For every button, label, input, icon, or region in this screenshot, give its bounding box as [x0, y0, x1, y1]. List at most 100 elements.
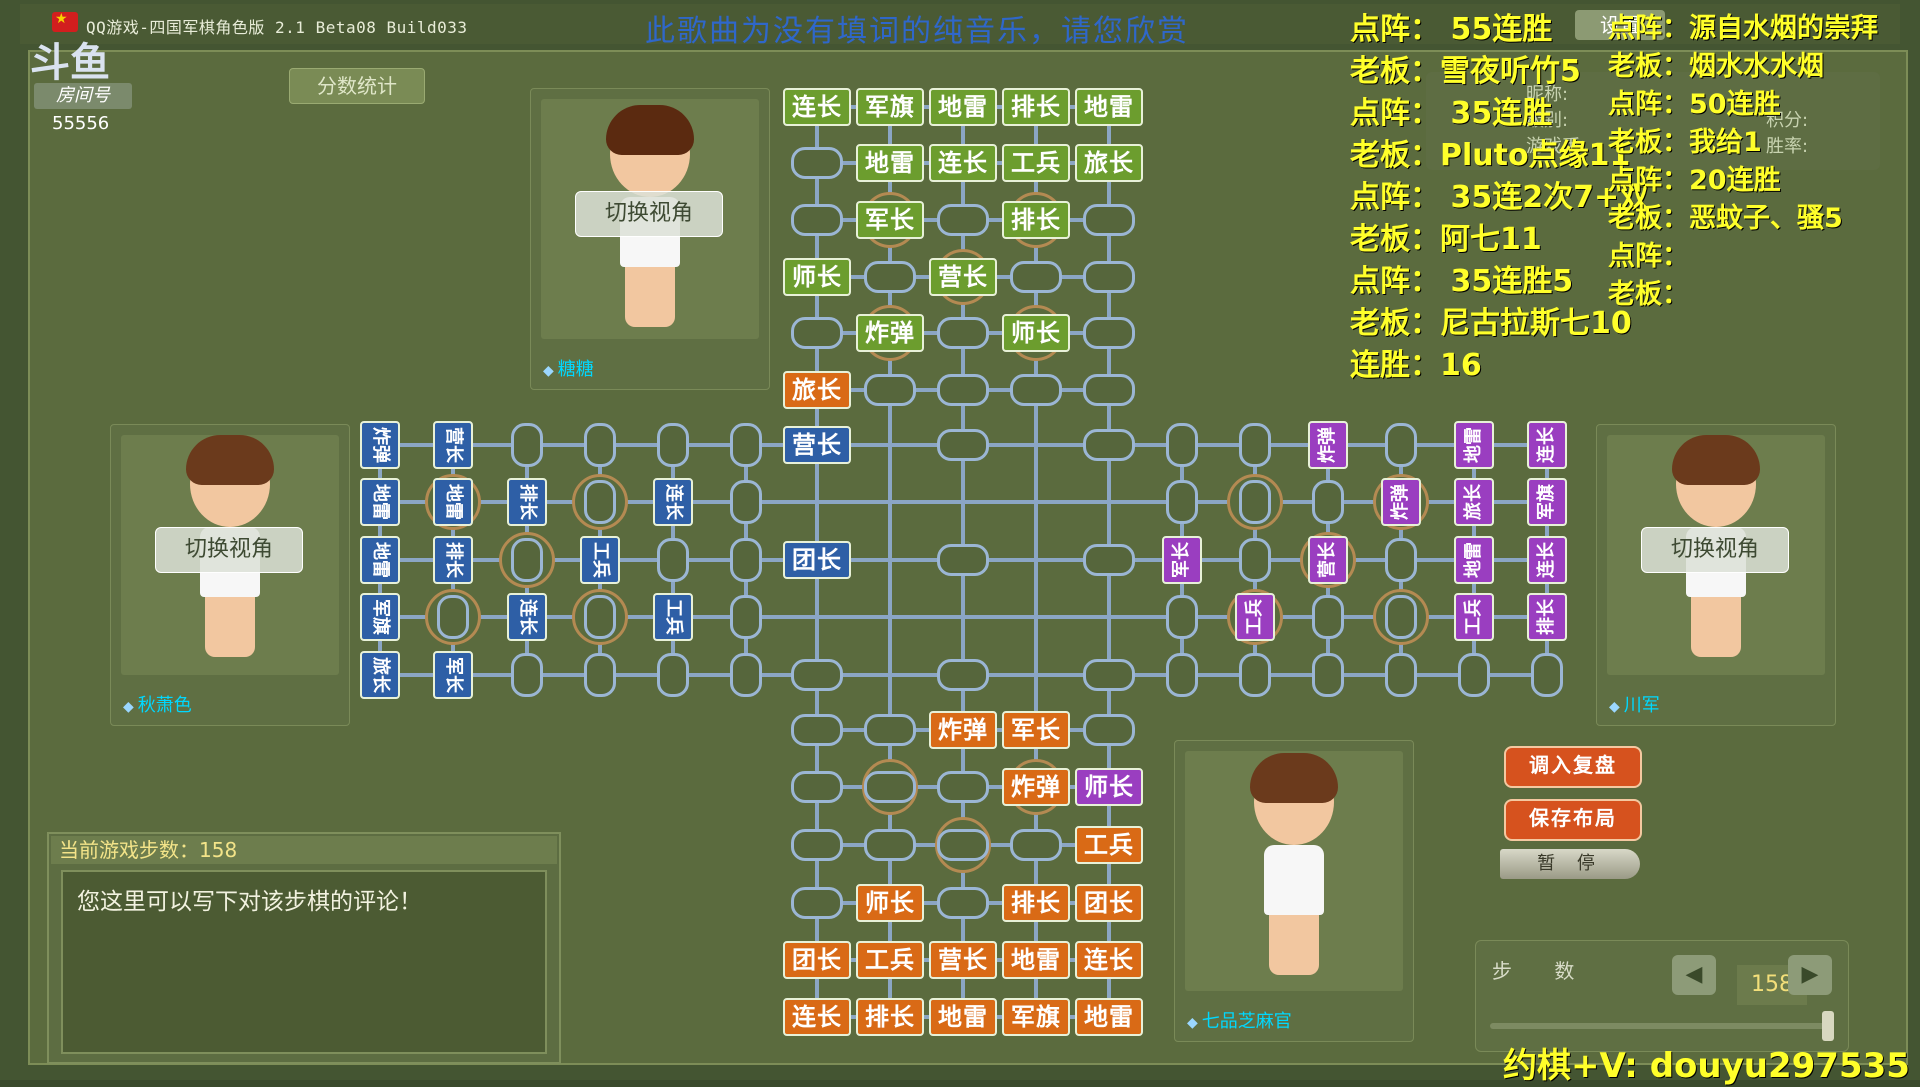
score-stats-button[interactable]: 分数统计 [289, 68, 425, 104]
chess-piece[interactable]: 炸弹 [1381, 478, 1421, 526]
chess-piece[interactable]: 营长 [433, 421, 473, 469]
chess-piece[interactable]: 连长 [1527, 421, 1567, 469]
chess-piece[interactable]: 团长 [1075, 884, 1143, 922]
chess-piece[interactable]: 地雷 [1075, 998, 1143, 1036]
chess-piece[interactable]: 连长 [929, 144, 997, 182]
chess-piece[interactable]: 旅长 [783, 371, 851, 409]
pause-button[interactable]: 暂 停 [1500, 849, 1640, 879]
chess-piece-label: 连长 [1536, 542, 1557, 578]
chess-piece[interactable]: 军长 [1002, 711, 1070, 749]
chess-piece[interactable]: 军长 [433, 651, 473, 699]
chess-piece[interactable]: 连长 [1527, 536, 1567, 584]
overlay-line: 点阵： 35连胜 [1350, 96, 1553, 131]
chess-piece[interactable]: 炸弹 [360, 421, 400, 469]
chess-piece[interactable]: 工兵 [1075, 826, 1143, 864]
chess-piece[interactable]: 军长 [856, 201, 924, 239]
gem-icon: ◆ [1609, 699, 1620, 715]
comment-input[interactable]: 您这里可以写下对该步棋的评论！ [61, 870, 547, 1054]
chess-piece[interactable]: 工兵 [580, 536, 620, 584]
step-slider-track[interactable] [1490, 1023, 1834, 1029]
chess-piece[interactable]: 炸弹 [929, 711, 997, 749]
chess-piece[interactable]: 连长 [783, 88, 851, 126]
switch-view-button[interactable]: 切换视角 [155, 527, 303, 573]
overlay-line: 老板：恶蚊子、骚5 [1608, 203, 1843, 234]
chess-piece[interactable]: 工兵 [1002, 144, 1070, 182]
chess-piece[interactable]: 地雷 [1075, 88, 1143, 126]
player-name: ◆ 川军 [1609, 691, 1660, 717]
chess-piece[interactable]: 连长 [783, 998, 851, 1036]
chess-piece[interactable]: 排长 [1002, 201, 1070, 239]
overlay-line: 老板：尼古拉斯七10 [1350, 306, 1632, 341]
board-node [864, 374, 916, 406]
avatar [1249, 753, 1339, 975]
board-node [584, 480, 616, 524]
chess-piece[interactable]: 地雷 [856, 144, 924, 182]
chess-piece[interactable]: 连长 [507, 593, 547, 641]
chess-piece[interactable]: 炸弹 [856, 314, 924, 352]
chess-piece[interactable]: 连长 [1075, 941, 1143, 979]
chess-piece[interactable]: 团长 [783, 541, 851, 579]
chess-piece[interactable]: 旅长 [1454, 478, 1494, 526]
chess-piece[interactable]: 排长 [1002, 88, 1070, 126]
chess-piece[interactable]: 排长 [1002, 884, 1070, 922]
chess-piece[interactable]: 地雷 [433, 478, 473, 526]
board-node [1010, 374, 1062, 406]
chess-piece[interactable]: 地雷 [360, 478, 400, 526]
chess-piece[interactable]: 地雷 [929, 998, 997, 1036]
chess-piece[interactable]: 工兵 [856, 941, 924, 979]
board-node [1239, 653, 1271, 697]
chess-piece[interactable]: 连长 [653, 478, 693, 526]
player-name-label: 川军 [1623, 695, 1660, 716]
chess-piece[interactable]: 军旗 [1002, 998, 1070, 1036]
chess-piece[interactable]: 地雷 [1454, 536, 1494, 584]
gem-icon: ◆ [543, 363, 554, 379]
chess-piece[interactable]: 工兵 [1235, 593, 1275, 641]
chess-piece[interactable]: 军旗 [1527, 478, 1567, 526]
switch-view-button[interactable]: 切换视角 [575, 191, 723, 237]
chess-piece[interactable]: 营长 [929, 258, 997, 296]
next-step-button[interactable]: ▶ [1788, 955, 1832, 995]
load-replay-button[interactable]: 调入复盘 [1504, 746, 1642, 788]
chess-piece[interactable]: 工兵 [653, 593, 693, 641]
chess-piece[interactable]: 师长 [1075, 768, 1143, 806]
chess-piece[interactable]: 旅长 [1075, 144, 1143, 182]
chess-piece[interactable]: 炸弹 [1002, 768, 1070, 806]
grid-line [380, 615, 1547, 619]
chess-piece[interactable]: 工兵 [1454, 593, 1494, 641]
chess-piece[interactable]: 炸弹 [1308, 421, 1348, 469]
chess-piece[interactable]: 地雷 [360, 536, 400, 584]
chess-piece[interactable]: 师长 [1002, 314, 1070, 352]
chess-piece[interactable]: 团长 [783, 941, 851, 979]
chess-piece[interactable]: 师长 [783, 258, 851, 296]
chess-piece[interactable]: 旅长 [360, 651, 400, 699]
step-count-header: 当前游戏步数：158 [51, 836, 557, 864]
chess-piece[interactable]: 军旗 [856, 88, 924, 126]
step-label: 步 数 [1492, 959, 1593, 983]
chess-piece-label: 连长 [1536, 427, 1557, 463]
chess-piece-label: 连长 [663, 484, 684, 520]
chess-piece[interactable]: 排长 [433, 536, 473, 584]
board-node [1083, 429, 1135, 461]
chess-piece[interactable]: 营长 [783, 426, 851, 464]
chess-piece[interactable]: 地雷 [1002, 941, 1070, 979]
chess-piece[interactable]: 排长 [507, 478, 547, 526]
chess-piece[interactable]: 营长 [929, 941, 997, 979]
chess-piece[interactable]: 排长 [856, 998, 924, 1036]
chess-piece[interactable]: 排长 [1527, 593, 1567, 641]
chess-piece[interactable]: 军长 [1162, 536, 1202, 584]
switch-view-button[interactable]: 切换视角 [1641, 527, 1789, 573]
chess-piece[interactable]: 地雷 [1454, 421, 1494, 469]
chess-piece-label: 地雷 [370, 542, 391, 578]
board-node [937, 771, 989, 803]
prev-step-button[interactable]: ◀ [1672, 955, 1716, 995]
chess-piece[interactable]: 地雷 [929, 88, 997, 126]
player-name: ◆ 秋萧色 [123, 691, 192, 717]
step-slider-thumb[interactable] [1822, 1011, 1834, 1041]
chess-piece-label: 地雷 [443, 484, 464, 520]
chess-piece[interactable]: 师长 [856, 884, 924, 922]
flag-icon [52, 11, 78, 32]
save-layout-button[interactable]: 保存布局 [1504, 799, 1642, 841]
overlay-line: 连胜：16 [1350, 348, 1482, 383]
chess-piece[interactable]: 营长 [1308, 536, 1348, 584]
chess-piece[interactable]: 军旗 [360, 593, 400, 641]
